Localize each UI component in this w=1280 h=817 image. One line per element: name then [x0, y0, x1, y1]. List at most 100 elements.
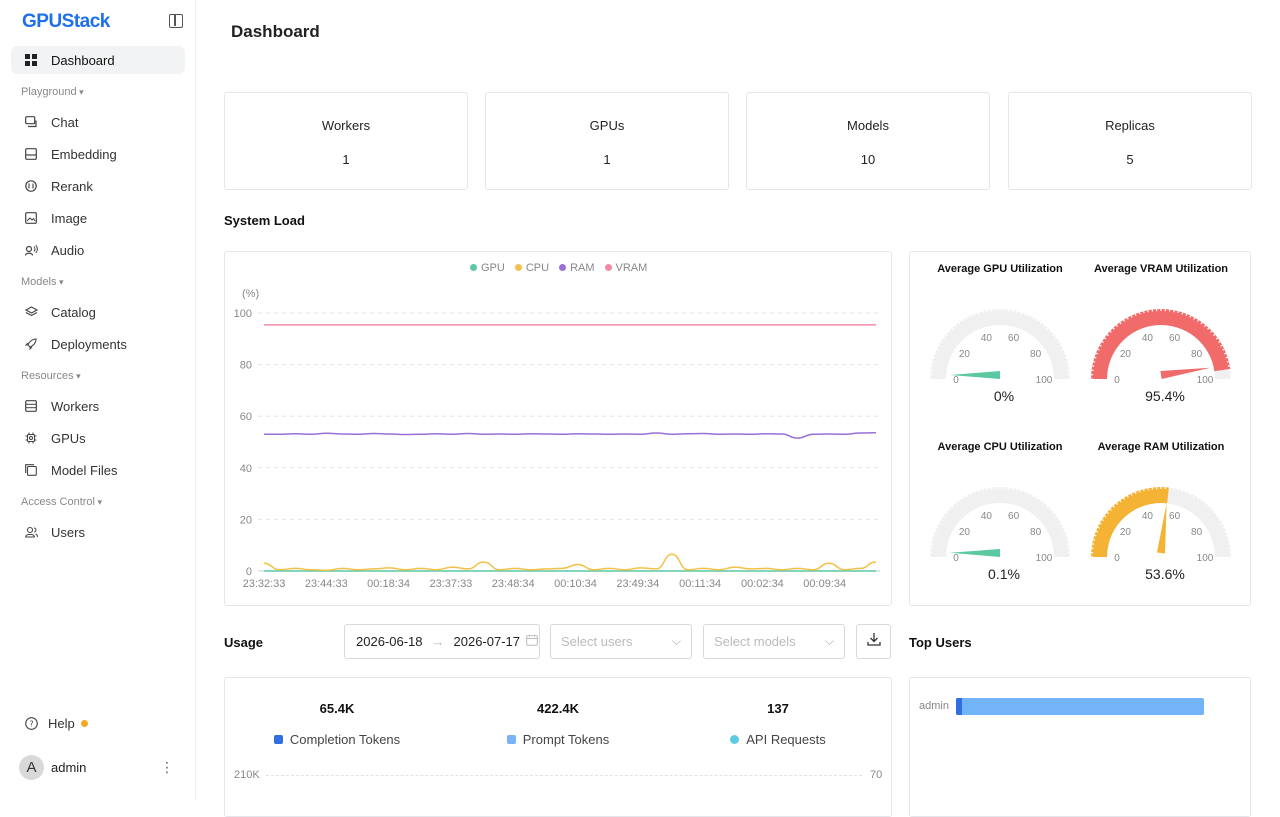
- gauge-segment-tick: [1190, 316, 1191, 318]
- legend-item-completion-tokens[interactable]: Completion Tokens: [237, 732, 437, 747]
- sidebar-item-chat[interactable]: Chat: [11, 108, 185, 136]
- sidebar-item-label: Users: [51, 525, 85, 540]
- image-icon: [24, 211, 38, 225]
- gauge-tick-label: 60: [1008, 333, 1020, 344]
- rocket-icon: [24, 337, 38, 351]
- gauge-segment-tick: [1223, 527, 1225, 528]
- gauge-segment-tick: [935, 531, 937, 532]
- select-users[interactable]: Select users ⌵: [550, 624, 692, 659]
- gauge-segment-tick: [974, 492, 975, 494]
- date-start[interactable]: 2026-06-18: [356, 634, 423, 649]
- system-load-chart: 02040608010023:32:3323:44:3300:18:3423:3…: [224, 251, 892, 606]
- date-end[interactable]: 2026-07-17: [454, 634, 521, 649]
- metric-value: 65.4K: [237, 701, 437, 716]
- sidebar-item-label: Rerank: [51, 179, 93, 194]
- gauge-segment-tick: [1094, 357, 1096, 358]
- y-tick-label: 100: [234, 308, 252, 320]
- y-tick-label: 0: [246, 566, 252, 578]
- sidebar-group-resources[interactable]: Resources: [21, 370, 81, 382]
- series-line-cpu: [264, 554, 876, 570]
- sidebar-item-dashboard[interactable]: Dashboard: [11, 46, 185, 74]
- top-user-name: admin: [919, 700, 949, 712]
- system-load-title: System Load: [224, 213, 305, 228]
- gauge-segment-tick: [970, 316, 971, 318]
- top-user-bar[interactable]: [956, 698, 1204, 715]
- gauge-tick-label: 80: [1030, 349, 1042, 360]
- sidebar-item-gpus[interactable]: GPUs: [11, 424, 185, 452]
- help-link[interactable]: ? Help: [24, 716, 88, 731]
- gauge-segment-tick: [933, 357, 935, 358]
- series-line-ram: [264, 433, 876, 438]
- gauge-segment-tick: [1135, 314, 1136, 316]
- notification-dot: [81, 720, 88, 727]
- usage-metric-prompt: 422.4K Prompt Tokens: [458, 701, 658, 747]
- metric-value: 422.4K: [458, 701, 658, 716]
- gauge-segment-tick: [1065, 535, 1067, 536]
- gauge-tick-label: 60: [1008, 511, 1020, 522]
- gauge-segment-tick: [1094, 535, 1096, 536]
- gauge-tick-label: 100: [1197, 375, 1214, 386]
- stat-label: Workers: [225, 118, 467, 133]
- sidebar-group-playground[interactable]: Playground: [21, 86, 84, 98]
- sidebar-item-deployments[interactable]: Deployments: [11, 330, 185, 358]
- sidebar-item-workers[interactable]: Workers: [11, 392, 185, 420]
- gauge-segment-tick: [1062, 349, 1064, 350]
- select-models[interactable]: Select models ⌵: [703, 624, 845, 659]
- gauge-segment-tick: [1029, 316, 1030, 318]
- stat-value: 10: [747, 152, 989, 167]
- stat-label: Replicas: [1009, 118, 1251, 133]
- sidebar-group-models[interactable]: Models: [21, 276, 64, 288]
- gauge-segment-tick: [1100, 523, 1102, 524]
- gauge-segment-tick: [939, 345, 941, 346]
- legend-item-prompt-tokens[interactable]: Prompt Tokens: [458, 732, 658, 747]
- x-tick-label: 23:49:34: [616, 578, 659, 590]
- svg-text:?: ?: [29, 720, 33, 729]
- user-name: admin: [51, 760, 86, 775]
- usage-panel: [224, 677, 892, 817]
- usage-right-axis-top: 70: [870, 769, 882, 781]
- arrow-right-icon: →: [432, 634, 445, 649]
- gauge-segment-tick: [1025, 314, 1026, 316]
- page-title: Dashboard: [231, 22, 320, 42]
- x-tick-label: 00:02:34: [741, 578, 784, 590]
- gauge-tick-label: 40: [981, 511, 993, 522]
- sidebar-item-label: Image: [51, 211, 87, 226]
- files-icon: [24, 463, 38, 477]
- gauge-segment-tick: [978, 312, 979, 314]
- y-tick-label: 40: [240, 463, 252, 475]
- gauge-segment-tick: [1127, 318, 1128, 320]
- legend-item-api-requests[interactable]: API Requests: [678, 732, 878, 747]
- sidebar-item-image[interactable]: Image: [11, 204, 185, 232]
- gauge-value-ram: 53.6%: [1115, 566, 1215, 582]
- more-vertical-icon[interactable]: ⋮: [160, 759, 174, 776]
- gauge-tick-label: 80: [1191, 527, 1203, 538]
- sidebar-item-rerank[interactable]: Rerank: [11, 172, 185, 200]
- sidebar-item-label: GPUs: [51, 431, 86, 446]
- sidebar-item-audio[interactable]: Audio: [11, 236, 185, 264]
- top-user-bar-completion: [956, 698, 962, 715]
- sidebar-group-access-control[interactable]: Access Control: [21, 496, 102, 508]
- gauge-tick-label: 100: [1197, 553, 1214, 564]
- sidebar-item-model-files[interactable]: Model Files: [11, 456, 185, 484]
- gauge-segment-tick: [935, 353, 937, 354]
- stat-value: 1: [486, 152, 728, 167]
- download-button[interactable]: [856, 624, 891, 659]
- metric-value: 137: [678, 701, 878, 716]
- gauge-segment-tick: [1131, 316, 1132, 318]
- date-range-picker[interactable]: 2026-06-18 → 2026-07-17: [344, 624, 540, 659]
- sidebar-item-catalog[interactable]: Catalog: [11, 298, 185, 326]
- sidebar-item-users[interactable]: Users: [11, 518, 185, 546]
- gauge-fill-vram: [1091, 309, 1230, 379]
- gauge-tick-label: 80: [1191, 349, 1203, 360]
- gauge-segment-tick: [1135, 492, 1136, 494]
- user-menu[interactable]: A admin: [19, 755, 86, 780]
- gauge-tick-label: 40: [1142, 511, 1154, 522]
- sidebar-item-label: Deployments: [51, 337, 127, 352]
- sidebar-item-label: Audio: [51, 243, 84, 258]
- stat-label: Models: [747, 118, 989, 133]
- sidebar-collapse-icon[interactable]: [169, 14, 183, 28]
- gauge-segment-tick: [1065, 357, 1067, 358]
- gpustack-logo[interactable]: GPUStack: [22, 11, 110, 33]
- sidebar-item-embedding[interactable]: Embedding: [11, 140, 185, 168]
- gauge-segment-tick: [1226, 535, 1228, 536]
